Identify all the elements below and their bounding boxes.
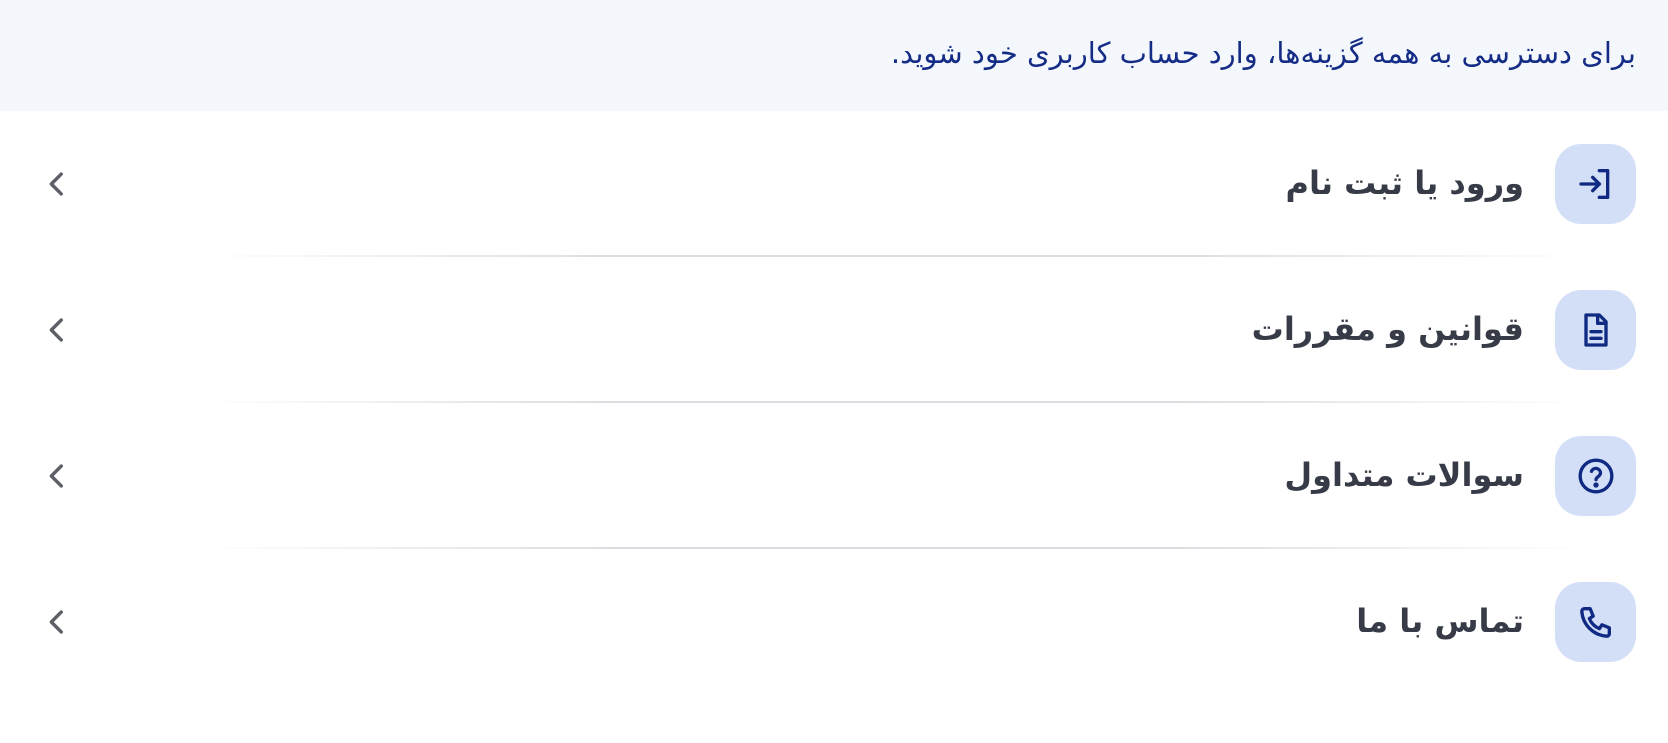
chevron-left-icon (40, 167, 74, 201)
menu-item-contact[interactable]: تماس با ما (0, 549, 1668, 695)
chevron-left-icon (40, 459, 74, 493)
chevron-left-icon (40, 313, 74, 347)
menu-item-faq[interactable]: سوالات متداول (0, 403, 1668, 549)
document-icon (1555, 290, 1636, 370)
login-prompt-banner: برای دسترسی به همه گزینه‌ها، وارد حساب ک… (0, 0, 1668, 111)
menu-list: ورود یا ثبت نام قوانین و مقررات سوالات م… (0, 111, 1668, 695)
menu-item-label: قوانین و مقررات (1251, 310, 1524, 348)
menu-item-login[interactable]: ورود یا ثبت نام (0, 111, 1668, 257)
menu-item-label: تماس با ما (1356, 602, 1524, 640)
login-icon (1555, 144, 1636, 224)
chevron-left-icon (40, 605, 74, 639)
phone-icon (1555, 582, 1636, 662)
login-prompt-text: برای دسترسی به همه گزینه‌ها، وارد حساب ک… (890, 35, 1636, 70)
question-circle-icon (1555, 436, 1636, 516)
menu-item-label: ورود یا ثبت نام (1285, 164, 1524, 202)
menu-item-label: سوالات متداول (1284, 456, 1524, 494)
menu-item-terms[interactable]: قوانین و مقررات (0, 257, 1668, 403)
